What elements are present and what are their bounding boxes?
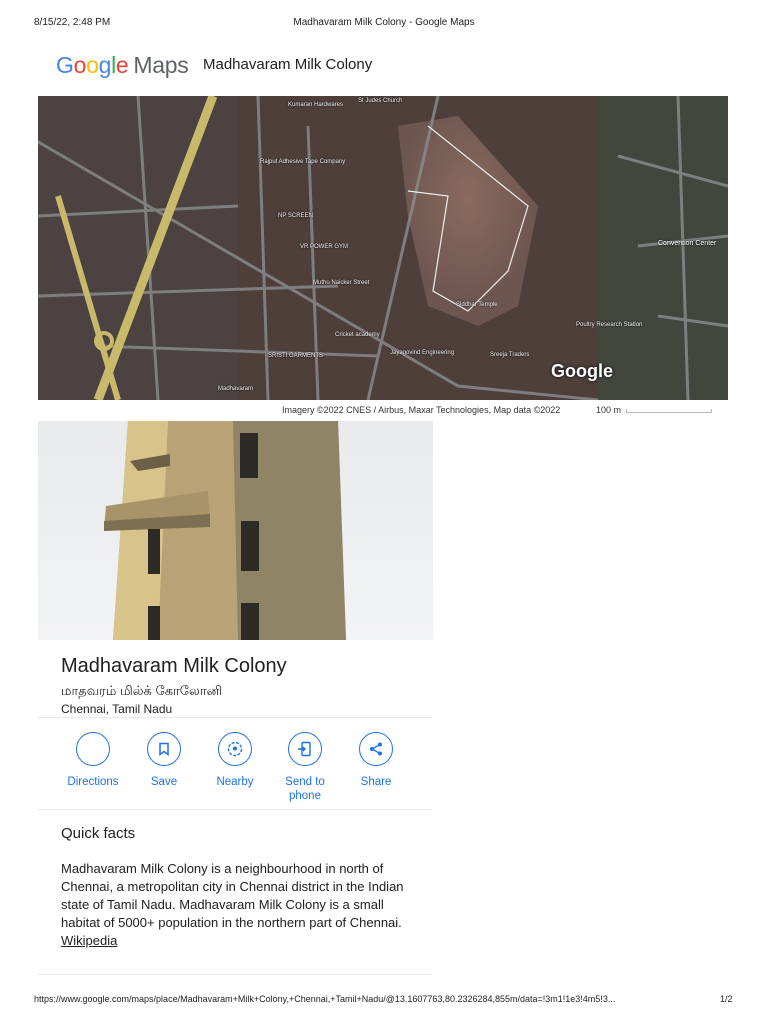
quick-facts-heading: Quick facts	[61, 825, 136, 842]
maps-wordmark: Maps	[133, 52, 189, 78]
map-label[interactable]: Madhavaram	[218, 386, 253, 392]
place-photo[interactable]	[38, 421, 433, 640]
map-label[interactable]: Sreeja Traders	[490, 352, 529, 358]
nearby-button[interactable]: Nearby	[200, 732, 270, 789]
send-to-phone-icon	[298, 741, 311, 757]
nearby-icon	[227, 741, 243, 757]
divider	[38, 717, 432, 718]
share-button[interactable]: Share	[341, 732, 411, 789]
map-attribution: Imagery ©2022 CNES / Airbus, Maxar Techn…	[282, 405, 561, 415]
share-icon	[370, 742, 382, 756]
header-title: Madhavaram Milk Colony	[203, 56, 373, 73]
quick-facts-text: Madhavaram Milk Colony is a neighbourhoo…	[61, 860, 421, 950]
place-name: Madhavaram Milk Colony	[61, 655, 287, 677]
print-url: https://www.google.com/maps/place/Madhav…	[34, 994, 616, 1004]
map-label[interactable]: Poultry Research Station	[576, 322, 642, 328]
map-label[interactable]: Siddhar Temple	[456, 302, 498, 308]
map-label[interactable]: NP SCREEN	[278, 213, 313, 219]
google-maps-logo[interactable]: Google Maps	[56, 52, 189, 79]
logo-letter: G	[56, 52, 74, 78]
map-label[interactable]: Cricket academy	[335, 332, 380, 338]
map-label[interactable]: VR POWER GYM	[300, 244, 348, 250]
scale-bar	[626, 409, 712, 413]
print-page-number: 1/2	[720, 994, 733, 1004]
directions-button[interactable]: Directions	[58, 732, 128, 789]
description: Madhavaram Milk Colony is a neighbourhoo…	[61, 861, 404, 930]
wikipedia-link[interactable]: Wikipedia	[61, 933, 117, 948]
print-page-title: Madhavaram Milk Colony - Google Maps	[293, 17, 475, 28]
send-to-phone-button[interactable]: Send to phone	[270, 732, 340, 803]
map-imagery	[38, 96, 728, 400]
directions-label: Directions	[67, 776, 119, 788]
divider	[38, 974, 432, 975]
satellite-map[interactable]: St Judes Church Kumaran Hardwares Rajput…	[38, 96, 728, 400]
save-button[interactable]: Save	[129, 732, 199, 789]
map-label[interactable]: Jayagovind Engineering	[390, 350, 454, 356]
water-tower-image	[104, 421, 346, 640]
nearby-label: Nearby	[216, 776, 254, 788]
map-label[interactable]: SRISTI GARMENTS	[268, 353, 323, 359]
send-to-phone-label: Send to phone	[285, 776, 325, 802]
map-label[interactable]: Rajput Adhesive Tape Company	[260, 159, 345, 165]
share-label: Share	[360, 776, 392, 788]
logo-letter: o	[73, 52, 87, 78]
bookmark-icon	[159, 742, 169, 756]
logo-letter: g	[98, 52, 112, 78]
logo-letter: o	[86, 52, 99, 78]
logo-letter: e	[115, 52, 129, 78]
scale-label: 100 m	[596, 405, 622, 415]
map-label[interactable]: Muthu Naicker Street	[313, 280, 369, 286]
google-watermark: Google	[551, 361, 613, 381]
map-label[interactable]: St Judes Church	[358, 98, 402, 104]
divider	[38, 809, 432, 810]
map-label[interactable]: Kumaran Hardwares	[288, 102, 343, 108]
save-label: Save	[150, 776, 178, 788]
place-local-name: மாதவரம் மில்க் கோலோனி	[61, 683, 223, 698]
place-region: Chennai, Tamil Nadu	[61, 702, 173, 716]
map-label[interactable]: Convention Center	[658, 240, 716, 247]
